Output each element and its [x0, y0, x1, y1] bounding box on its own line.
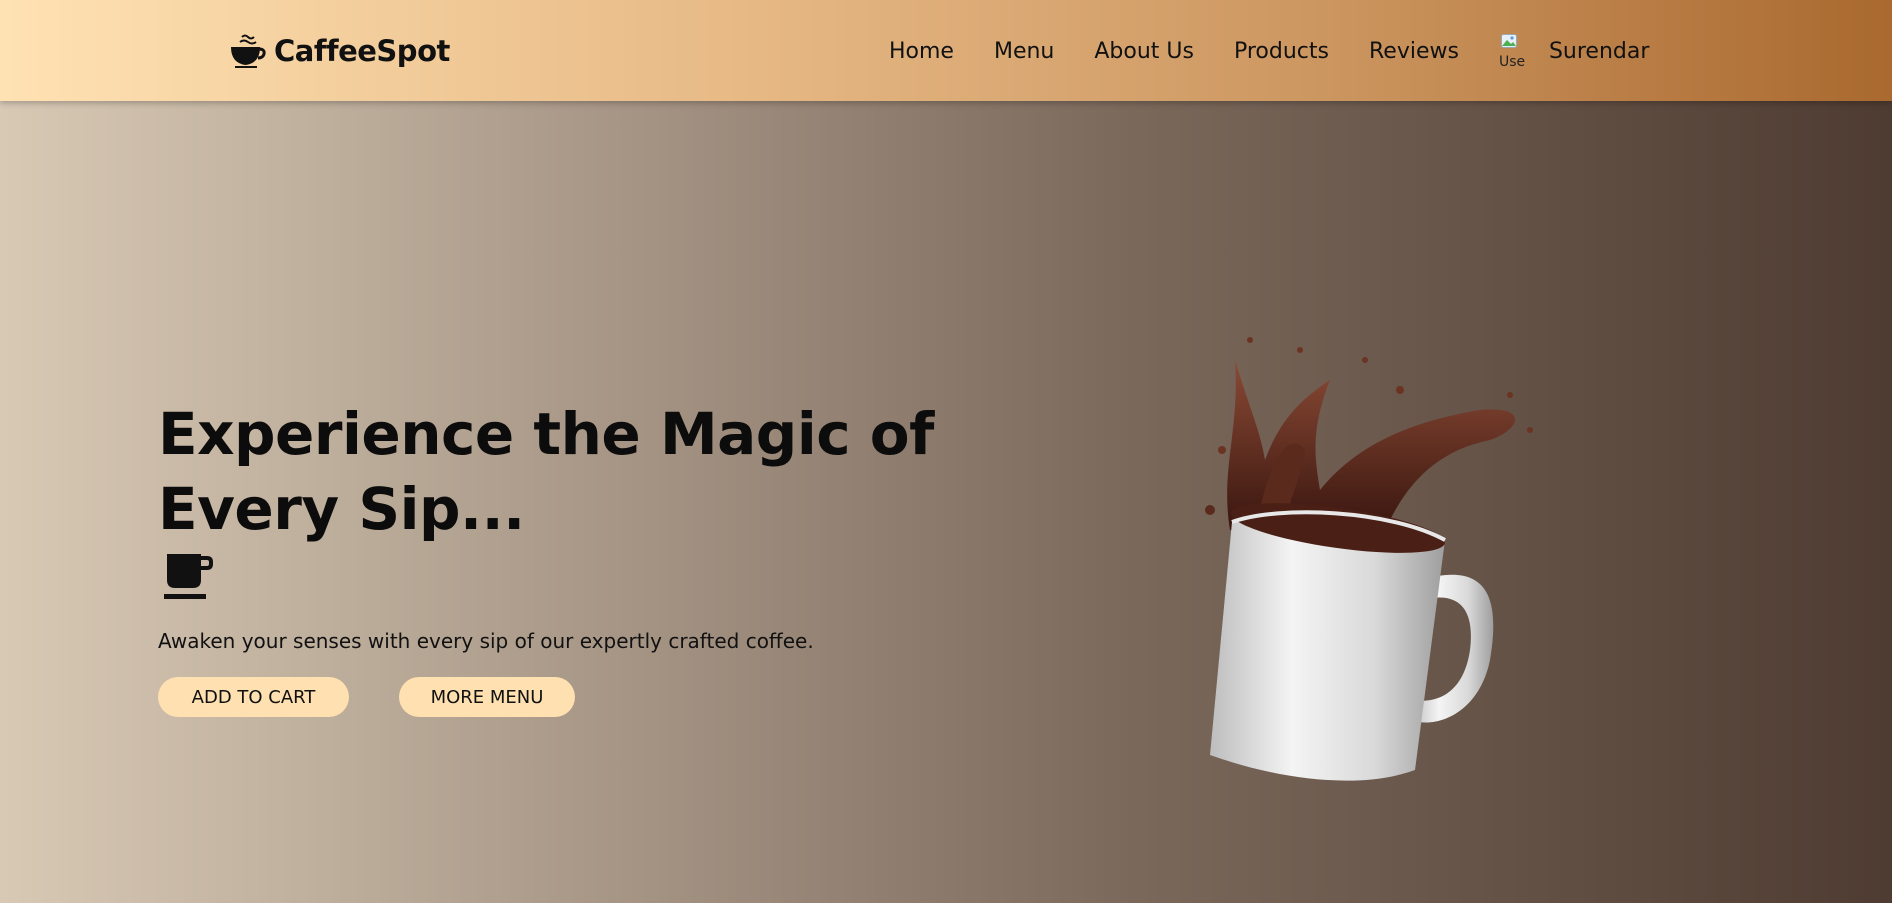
add-to-cart-button[interactable]: ADD TO CART: [158, 677, 349, 717]
hero-title: Experience the Magic of Every Sip...: [158, 400, 934, 543]
nav-about-us[interactable]: About Us: [1094, 39, 1194, 64]
brand-name: CaffeeSpot: [274, 34, 450, 68]
coffee-cup-icon: [231, 34, 266, 68]
coffee-splash-illustration: [1205, 337, 1533, 781]
nav-menu[interactable]: Menu: [994, 39, 1054, 64]
hero-subtitle: Awaken your senses with every sip of our…: [158, 629, 814, 653]
mug-icon: [164, 554, 213, 599]
hero-image: [1190, 300, 1640, 790]
avatar-alt-text: Use: [1498, 54, 1526, 70]
brand-logo[interactable]: CaffeeSpot: [228, 30, 450, 72]
broken-image-icon: [1500, 34, 1517, 48]
nav-reviews[interactable]: Reviews: [1369, 39, 1459, 64]
avatar[interactable]: Use: [1499, 32, 1535, 70]
user-name: Surendar: [1548, 38, 1650, 64]
nav-products[interactable]: Products: [1234, 39, 1329, 64]
more-menu-button[interactable]: MORE MENU: [399, 677, 575, 717]
user-profile[interactable]: Use Surendar: [1499, 32, 1649, 70]
nav-home[interactable]: Home: [889, 39, 954, 64]
site-header: CaffeeSpot Home Menu About Us Products R…: [0, 0, 1892, 101]
main-nav: Home Menu About Us Products Reviews Use …: [889, 32, 1649, 70]
